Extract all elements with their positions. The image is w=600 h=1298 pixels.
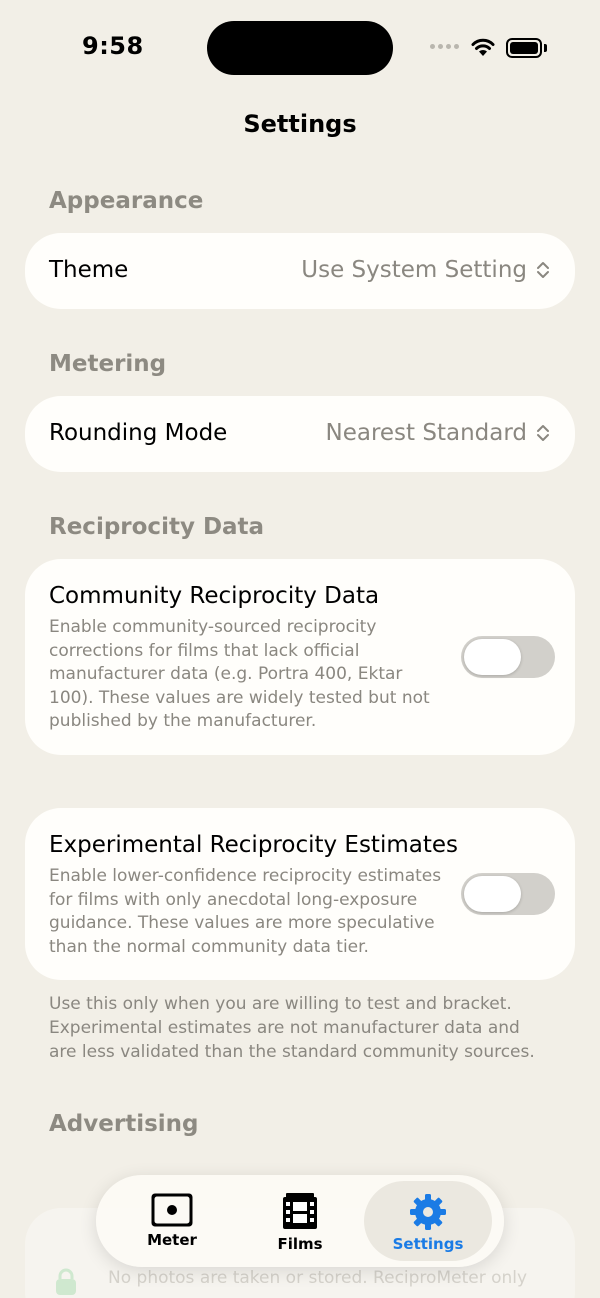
wifi-icon	[471, 38, 495, 56]
section-header-reciprocity: Reciprocity Data	[49, 514, 265, 540]
lock-icon	[56, 1268, 76, 1295]
chevron-up-down-icon	[537, 425, 549, 441]
status-time: 9:58	[82, 32, 144, 60]
rounding-mode-value: Nearest Standard	[325, 420, 528, 446]
section-header-appearance: Appearance	[49, 188, 204, 214]
community-reciprocity-toggle[interactable]	[461, 636, 555, 678]
rounding-mode-label: Rounding Mode	[49, 420, 228, 446]
gear-icon	[410, 1194, 446, 1230]
experimental-reciprocity-toggle[interactable]	[461, 873, 555, 915]
reciprocity-footnote: Use this only when you are willing to te…	[49, 994, 535, 1062]
tab-settings-label: Settings	[392, 1235, 464, 1253]
tab-settings[interactable]: Settings	[364, 1181, 492, 1261]
rounding-mode-row[interactable]: Rounding Mode Nearest Standard	[25, 396, 575, 472]
theme-value: Use System Setting	[301, 257, 527, 283]
chevron-up-down-icon	[537, 262, 549, 278]
film-icon	[283, 1193, 317, 1229]
community-reciprocity-card: Community Reciprocity Data Enable commun…	[25, 559, 575, 755]
battery-icon	[506, 38, 542, 58]
experimental-reciprocity-description: Enable lower-confidence reciprocity esti…	[49, 866, 442, 957]
section-header-advertising: Advertising	[49, 1111, 199, 1137]
battery-cap	[544, 44, 547, 52]
rounding-mode-picker[interactable]: Nearest Standard	[326, 420, 552, 446]
experimental-reciprocity-title: Experimental Reciprocity Estimates	[49, 832, 458, 858]
tab-films[interactable]: Films	[236, 1181, 364, 1261]
dynamic-island	[207, 21, 393, 75]
tab-meter[interactable]: Meter	[108, 1181, 236, 1261]
theme-row[interactable]: Theme Use System Setting	[25, 233, 575, 309]
tab-films-label: Films	[277, 1235, 323, 1253]
community-reciprocity-description: Enable community-sourced reciprocity cor…	[49, 617, 430, 732]
section-header-metering: Metering	[49, 351, 167, 377]
tab-meter-label: Meter	[147, 1231, 197, 1249]
signal-icon	[430, 44, 459, 49]
experimental-reciprocity-card: Experimental Reciprocity Estimates Enabl…	[25, 808, 575, 980]
meter-icon	[151, 1193, 193, 1227]
theme-label: Theme	[49, 257, 129, 283]
advertising-description: No photos are taken or stored. ReciproMe…	[108, 1268, 528, 1288]
community-reciprocity-title: Community Reciprocity Data	[49, 583, 380, 609]
tab-bar: Meter Films Settings	[96, 1175, 504, 1267]
toggle-knob	[464, 639, 521, 675]
theme-picker[interactable]: Use System Setting	[301, 257, 551, 283]
page-title: Settings	[243, 110, 357, 138]
toggle-knob	[464, 876, 521, 912]
